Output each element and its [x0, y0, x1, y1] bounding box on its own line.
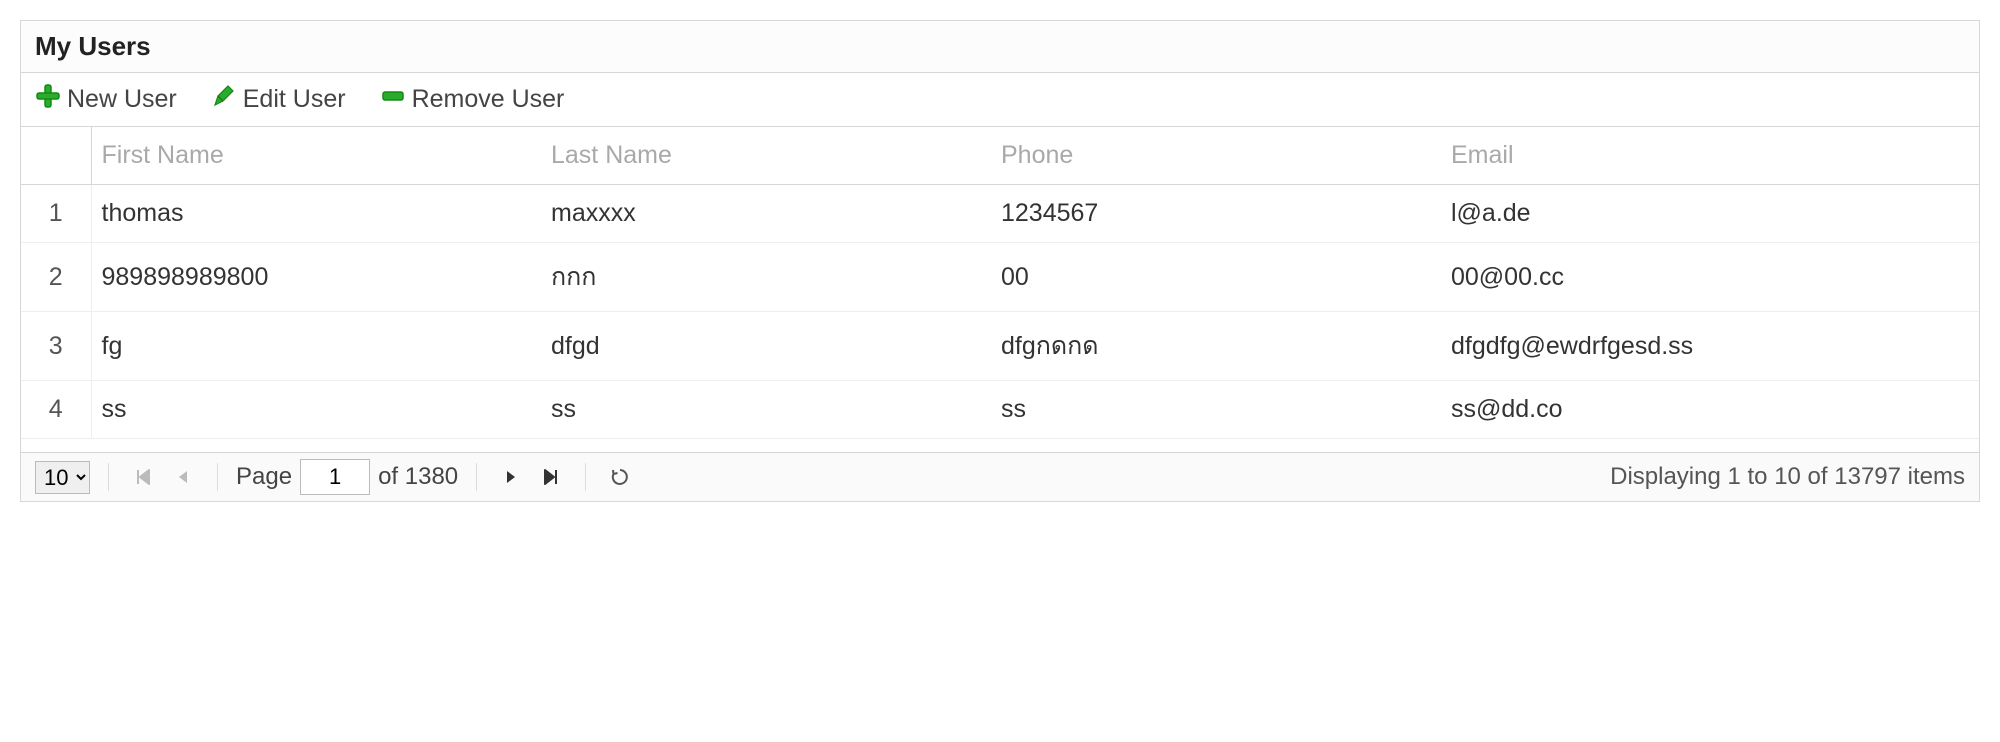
phone-cell: dfgกดกด — [991, 312, 1441, 381]
prev-page-icon — [175, 469, 191, 485]
pencil-icon — [211, 83, 237, 116]
email-cell: l@a.de — [1441, 185, 1979, 243]
last-name-header[interactable]: Last Name — [541, 127, 991, 185]
page-of-label: of 1380 — [378, 463, 458, 491]
first-name-cell: thomas — [91, 185, 541, 243]
edit-user-label: Edit User — [243, 85, 346, 114]
separator — [217, 463, 218, 491]
email-header[interactable]: Email — [1441, 127, 1979, 185]
page-label: Page — [236, 463, 292, 491]
display-message: Displaying 1 to 10 of 13797 items — [1610, 463, 1965, 491]
next-page-button[interactable] — [495, 461, 527, 493]
last-page-button[interactable] — [535, 461, 567, 493]
row-number-header — [21, 127, 91, 185]
edit-user-button[interactable]: Edit User — [211, 83, 346, 116]
email-cell: dfgdfg@ewdrfgesd.ss — [1441, 312, 1979, 381]
email-cell: ss@dd.co — [1441, 381, 1979, 439]
users-table: First Name Last Name Phone Email 1 thoma… — [21, 127, 1979, 439]
table-row[interactable]: 2 989898989800 กกก 00 00@00.cc — [21, 243, 1979, 312]
new-user-button[interactable]: New User — [35, 83, 177, 116]
separator — [585, 463, 586, 491]
refresh-icon — [610, 467, 630, 487]
remove-user-button[interactable]: Remove User — [380, 83, 565, 116]
refresh-button[interactable] — [604, 461, 636, 493]
last-name-cell: กกก — [541, 243, 991, 312]
separator — [476, 463, 477, 491]
first-name-cell: fg — [91, 312, 541, 381]
prev-page-button[interactable] — [167, 461, 199, 493]
phone-header[interactable]: Phone — [991, 127, 1441, 185]
last-name-cell: dfgd — [541, 312, 991, 381]
first-name-cell: ss — [91, 381, 541, 439]
last-name-cell: maxxxx — [541, 185, 991, 243]
phone-cell: 1234567 — [991, 185, 1441, 243]
phone-cell: 00 — [991, 243, 1441, 312]
first-name-cell: 989898989800 — [91, 243, 541, 312]
page-size-select[interactable]: 10 — [35, 461, 90, 494]
table-row[interactable]: 4 ss ss ss ss@dd.co — [21, 381, 1979, 439]
panel-title: My Users — [21, 21, 1979, 73]
next-page-icon — [503, 469, 519, 485]
users-panel: My Users New User Edit User — [20, 20, 1980, 502]
row-number: 4 — [21, 381, 91, 439]
row-number: 1 — [21, 185, 91, 243]
row-number: 3 — [21, 312, 91, 381]
first-name-header[interactable]: First Name — [91, 127, 541, 185]
row-number: 2 — [21, 243, 91, 312]
table-row[interactable]: 3 fg dfgd dfgกดกด dfgdfg@ewdrfgesd.ss — [21, 312, 1979, 381]
plus-icon — [35, 83, 61, 116]
new-user-label: New User — [67, 85, 177, 114]
phone-cell: ss — [991, 381, 1441, 439]
table-scroll[interactable]: First Name Last Name Phone Email 1 thoma… — [21, 127, 1979, 452]
toolbar: New User Edit User Remove User — [21, 73, 1979, 127]
minus-icon — [380, 83, 406, 116]
first-page-button[interactable] — [127, 461, 159, 493]
first-page-icon — [134, 468, 152, 486]
table-header-row: First Name Last Name Phone Email — [21, 127, 1979, 185]
last-name-cell: ss — [541, 381, 991, 439]
last-page-icon — [542, 468, 560, 486]
email-cell: 00@00.cc — [1441, 243, 1979, 312]
page-input[interactable] — [300, 459, 370, 495]
remove-user-label: Remove User — [412, 85, 565, 114]
separator — [108, 463, 109, 491]
pager-bar: 10 Page of 1380 — [21, 452, 1979, 501]
table-row[interactable]: 1 thomas maxxxx 1234567 l@a.de — [21, 185, 1979, 243]
